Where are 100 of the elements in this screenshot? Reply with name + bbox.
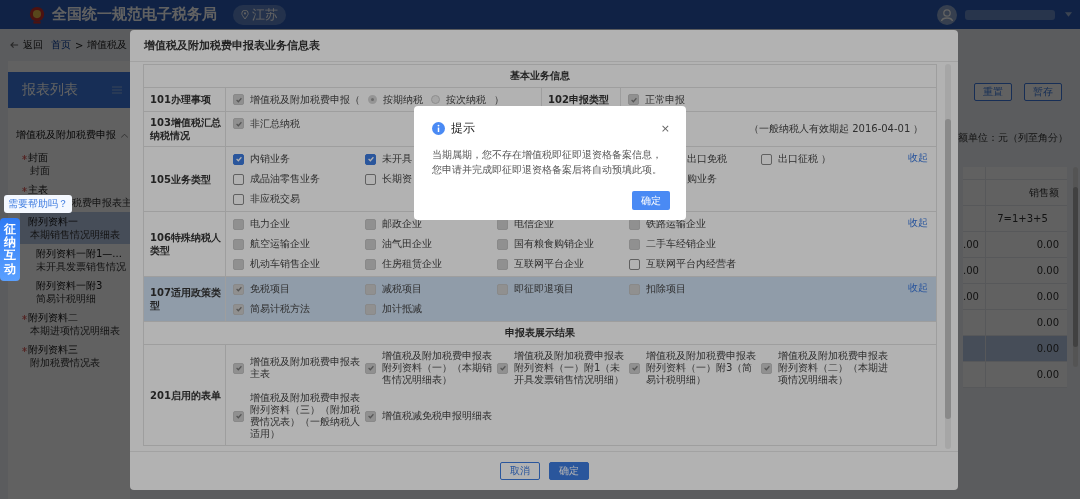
site-title: 全国统一规范电子税务局	[52, 5, 217, 24]
item-title: 附列资料三	[28, 343, 78, 356]
section-title: 基本业务信息	[510, 69, 570, 83]
help-tooltip[interactable]: 需要帮助吗？	[4, 195, 72, 213]
collapse-link[interactable]: 收起	[908, 151, 928, 165]
checkbox-label: 免税项目	[250, 282, 290, 296]
checkbox-label: 增值税及附加税费申报表附列资料（三）（附加税费情况表）（一般纳税人适用）	[250, 392, 361, 440]
check-icon	[234, 364, 243, 372]
table-cell: .00	[963, 291, 979, 302]
required-mark-icon	[22, 315, 27, 320]
checkbox-label: 简易计税方法	[250, 302, 310, 316]
collapse-link[interactable]: 收起	[908, 216, 928, 230]
field-label: 102申报类型	[548, 93, 609, 106]
table-cell: .00	[963, 239, 979, 250]
toolbar-button[interactable]: 暂存	[1024, 83, 1062, 101]
check-icon	[366, 364, 375, 372]
check-icon	[234, 305, 243, 313]
column-header: 销售额	[1029, 185, 1059, 200]
avatar-icon[interactable]	[937, 4, 957, 25]
checkbox-label: 增值税及附加税费申报（	[250, 92, 360, 107]
confirm-button[interactable]: 确定	[632, 191, 670, 210]
bracket-text: ）	[494, 92, 504, 107]
checkbox[interactable]	[233, 193, 244, 205]
close-button[interactable]: ×	[660, 122, 670, 135]
breadcrumb-item[interactable]: 首页	[51, 38, 71, 52]
check-icon	[366, 412, 375, 420]
check-icon	[366, 155, 375, 163]
section-title: 申报表展示结果	[505, 326, 575, 340]
table-cell: 0.00	[1036, 317, 1059, 328]
checkbox-label: 加计抵减	[382, 302, 422, 316]
checkbox-label: 增值税减免税申报明细表	[382, 410, 493, 422]
location-pin-icon	[241, 9, 249, 20]
item-title: 封面	[28, 151, 48, 164]
radio-button[interactable]	[431, 95, 440, 104]
collapse-link[interactable]: 收起	[908, 281, 928, 295]
back-link[interactable]: 返回	[10, 38, 43, 52]
checkbox-label: 非汇总纳税	[250, 116, 300, 131]
check-icon	[630, 364, 639, 372]
table-cell: 0.00	[1036, 369, 1059, 380]
item-subtitle: 本期销售情况明细表	[30, 228, 121, 241]
checkbox-label: 非应税交易	[250, 192, 300, 206]
breadcrumb-item: 增值税及	[87, 38, 128, 52]
item-subtitle: 税费申报表主	[72, 196, 130, 209]
column-formula: 7=1+3+5	[997, 213, 1048, 224]
check-icon	[629, 95, 638, 104]
required-mark-icon	[22, 187, 27, 192]
sidebar-title: 报表列表	[22, 81, 78, 99]
modal-title: 增值税及附加税费申报表业务信息表	[144, 38, 320, 53]
item-subtitle: 本期进项情况明细表	[30, 324, 121, 337]
checkbox[interactable]	[233, 173, 244, 185]
back-arrow-icon	[10, 41, 19, 49]
checkbox-label: 长期资	[382, 172, 412, 186]
field-label: 106特殊纳税人类型	[150, 231, 221, 257]
confirm-button[interactable]: 确定	[548, 462, 589, 480]
caret-icon[interactable]	[1065, 12, 1072, 17]
check-icon	[234, 412, 243, 420]
checkbox-label: 扣除项目	[646, 282, 686, 296]
checkbox[interactable]	[365, 153, 376, 165]
chevron-icon	[121, 132, 128, 138]
checkbox[interactable]	[365, 173, 376, 185]
checkbox-label: 互联网平台内经营者	[646, 257, 736, 271]
checkbox[interactable]	[233, 153, 244, 165]
scrollbar[interactable]	[945, 64, 951, 449]
check-icon	[234, 155, 243, 163]
checkbox-label: 互联网平台企业	[514, 257, 584, 271]
checkbox-label: 住房租赁企业	[382, 257, 442, 271]
check-icon	[234, 95, 243, 104]
checkbox[interactable]	[761, 153, 772, 165]
checkbox-label: 未开具	[382, 152, 412, 166]
check-icon	[762, 364, 771, 372]
field-label: 201启用的表单	[150, 388, 221, 402]
checkbox-label: 增值税及附加税费申报表附列资料（二）（本期进项情况明细表）	[778, 350, 889, 386]
cancel-button[interactable]: 取消	[499, 462, 540, 480]
field-label: 107适用政策类型	[150, 286, 221, 312]
checkbox-label: 增值税及附加税费申报表附列资料（一）附1（未开具发票销售情况明细）	[514, 350, 625, 386]
checkbox-label: 航空运输企业	[250, 237, 310, 251]
check-icon	[498, 364, 507, 372]
unit-note: 额单位：元（列至角分）	[958, 131, 1068, 145]
option-text: 出口免税	[687, 152, 727, 166]
radio-button[interactable]	[368, 95, 377, 104]
checkbox[interactable]	[629, 258, 640, 270]
checkbox-label: 油气田企业	[382, 237, 432, 251]
checkbox-label: 即征即退项目	[514, 282, 574, 296]
checkbox-label: 内销业务	[250, 152, 290, 166]
sidebar-item[interactable]: 封面 封面	[20, 148, 130, 180]
table-cell: 0.00	[1036, 291, 1059, 302]
sidebar-item[interactable]: 附列资料三 附加税费情况表	[20, 340, 130, 372]
check-icon	[234, 119, 243, 128]
checkbox-label: 增值税及附加税费申报表附列资料（一）（本期销售情况明细表）	[382, 350, 493, 386]
item-subtitle: 封面	[30, 164, 51, 177]
help-widget-button[interactable]: 征纳互动	[0, 218, 20, 281]
radio-label: 按次纳税	[446, 92, 486, 107]
scrollbar[interactable]	[1073, 167, 1078, 367]
item-subtitle: 简易计税明细	[36, 292, 97, 305]
checkbox-label: 减税项目	[382, 282, 422, 296]
checkbox-label: 正常申报	[645, 92, 685, 107]
radio-label: 按期纳税	[383, 92, 423, 107]
required-mark-icon	[22, 155, 27, 160]
sidebar-group[interactable]: 增值税及附加税费申报	[8, 108, 130, 148]
checkbox-label: 增值税及附加税费申报表主表	[250, 356, 361, 380]
